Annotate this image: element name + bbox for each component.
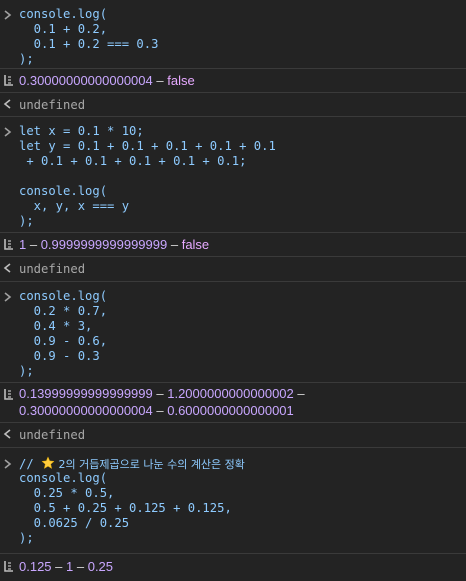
return-value-icon [3,98,15,112]
code-line: let y = 0.1 + 0.1 + 0.1 + 0.1 + 0.1 [19,139,276,153]
code-line: 0.0625 / 0.25 [19,516,130,530]
code-line: console.log( [19,7,108,21]
code-line: console.log( [19,289,108,303]
log-value: 0.30000000000000004 [19,73,153,88]
console-input-code[interactable]: let x = 0.1 * 10; let y = 0.1 + 0.1 + 0.1… [19,124,276,229]
code-line: ); [19,214,34,228]
log-separator: – [73,559,88,574]
code-line: let x = 0.1 * 10; [19,124,144,138]
log-value: 0.13999999999999999 [19,386,153,401]
log-value: 0.30000000000000004 [19,403,153,418]
log-value: 0.125 [19,559,52,574]
log-output-values: 0.13999999999999999 – 1.2000000000000002… [19,386,305,402]
code-line: 0.1 + 0.2 === 0.3 [19,37,159,51]
console-panel: console.log( 0.1 + 0.2, 0.1 + 0.2 === 0.… [0,0,466,581]
console-log-output: 0.125 – 1 – 0.25 [0,554,466,581]
log-output-values-line2: 0.30000000000000004 – 0.6000000000000001 [19,403,294,419]
code-line: 0.5 + 0.25 + 0.125 + 0.125, [19,501,232,515]
return-value-icon [3,262,15,276]
input-prompt-icon [3,291,15,305]
log-output-values: 0.125 – 1 – 0.25 [19,559,113,575]
log-value: false [181,237,210,252]
log-value: 0.9999999999999999 [40,237,168,252]
code-line: 0.25 * 0.5, [19,486,115,500]
log-output-values: 1 – 0.9999999999999999 – false [19,237,209,253]
console-return-entry: undefined [0,423,466,448]
console-input-code[interactable]: console.log( 0.1 + 0.2, 0.1 + 0.2 === 0.… [19,7,158,67]
code-line: console.log( [19,471,108,485]
comment-prefix: // [19,457,42,471]
log-separator: – [167,237,182,252]
code-comment-line: // 2의 거듭제곱으로 나눈 수의 계산은 정확 [19,456,245,472]
log-output-icon [3,388,15,402]
console-input-entry: console.log( 0.1 + 0.2, 0.1 + 0.2 === 0.… [0,0,466,69]
console-log-output: 0.30000000000000004 – false [0,69,466,93]
comment-text: 2의 거듭제곱으로 나눈 수의 계산은 정확 [55,458,245,471]
return-value: undefined [19,428,86,442]
log-separator: – [152,73,168,88]
input-prompt-icon [3,9,15,23]
return-value-icon [3,428,15,442]
console-return-entry: undefined [0,93,466,117]
code-line: x, y, x === y [19,199,130,213]
code-line: 0.9 - 0.3 [19,349,100,363]
log-separator: – [26,237,41,252]
console-input-code[interactable]: console.log( 0.2 * 0.7, 0.4 * 3, 0.9 - 0… [19,289,107,379]
log-separator: – [152,403,168,418]
log-output-values: 0.30000000000000004 – false [19,73,195,89]
console-log-output: 1 – 0.9999999999999999 – false [0,233,466,257]
code-line: 0.9 - 0.6, [19,334,108,348]
console-input-entry: let x = 0.1 * 10; let y = 0.1 + 0.1 + 0.1… [0,117,466,233]
input-prompt-icon [3,458,15,472]
star-icon [41,456,55,470]
log-value: 1.2000000000000002 [167,386,294,401]
log-output-icon [3,560,15,574]
log-separator: – [51,559,67,574]
log-value: 0.25 [87,559,114,574]
console-log-output: 0.13999999999999999 – 1.2000000000000002… [0,383,466,423]
log-output-icon [3,238,15,252]
code-line: ); [19,364,34,378]
log-value: 0.6000000000000001 [167,403,294,418]
log-value: false [167,73,195,88]
code-line: 0.1 + 0.2, [19,22,108,36]
log-separator: – [152,386,168,401]
code-line: + 0.1 + 0.1 + 0.1 + 0.1 + 0.1; [19,154,247,168]
console-input-code[interactable]: console.log( 0.25 * 0.5, 0.5 + 0.25 + 0.… [19,471,232,546]
code-line: 0.2 * 0.7, [19,304,108,318]
log-separator: – [293,386,305,401]
code-line: ); [19,531,34,545]
code-line: ); [19,52,34,66]
input-prompt-icon [3,126,15,140]
return-value: undefined [19,262,86,276]
console-input-entry: console.log( 0.2 * 0.7, 0.4 * 3, 0.9 - 0… [0,282,466,383]
console-input-entry: // 2의 거듭제곱으로 나눈 수의 계산은 정확 console.log( 0… [0,448,466,554]
code-line: console.log( [19,184,108,198]
code-line: 0.4 * 3, [19,319,93,333]
console-return-entry: undefined [0,257,466,282]
return-value: undefined [19,98,86,112]
log-output-icon [3,74,15,88]
